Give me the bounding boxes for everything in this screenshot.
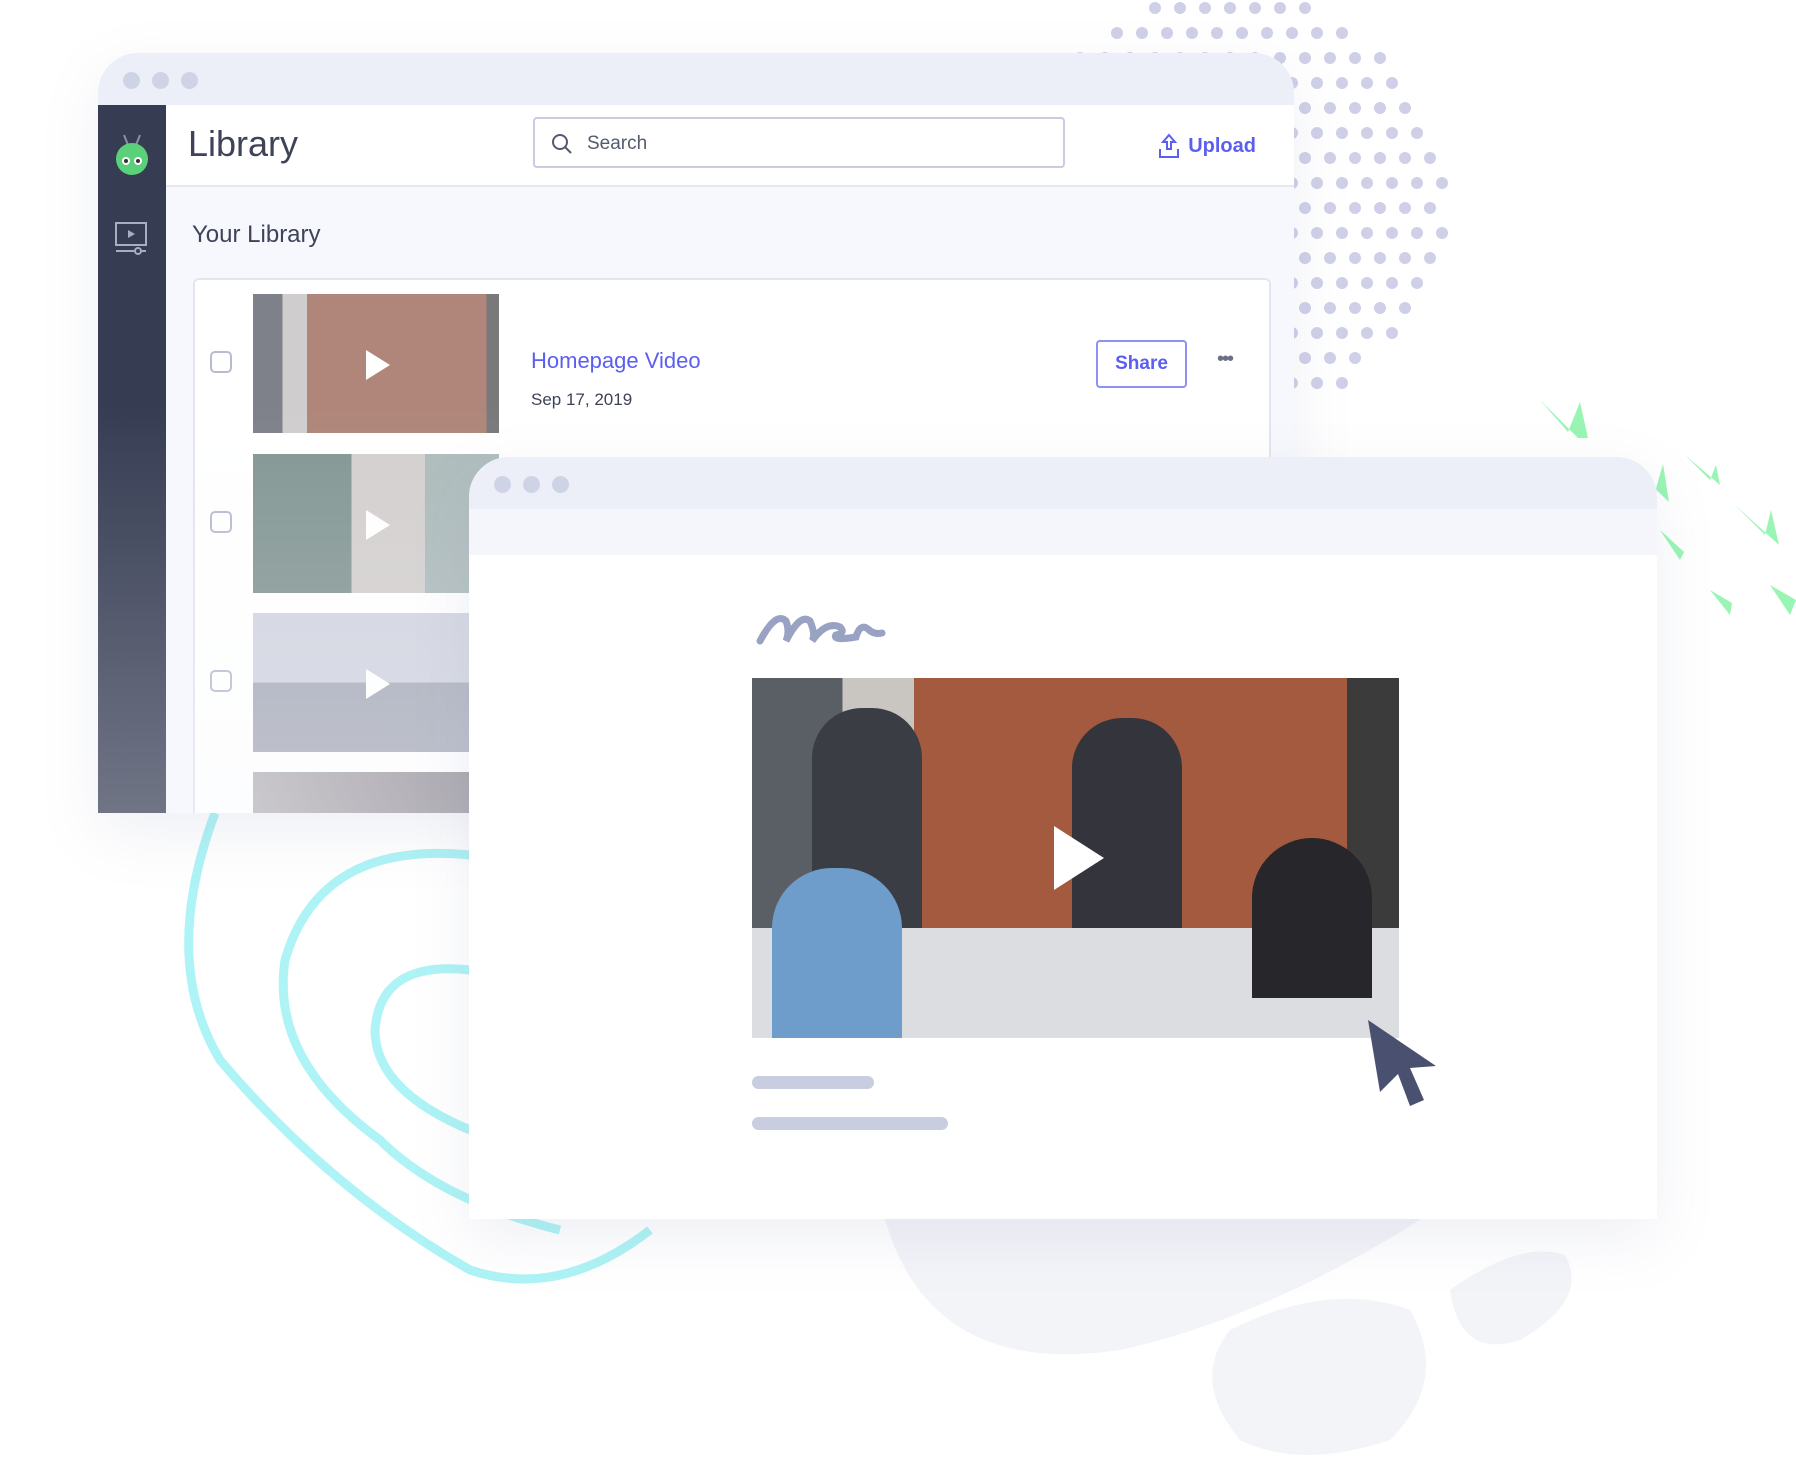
signature-scribble-icon <box>756 615 886 645</box>
upload-label: Upload <box>1188 134 1256 157</box>
window-title-bar <box>469 457 1657 509</box>
play-icon <box>366 349 390 380</box>
window-dot <box>494 476 511 493</box>
cursor-icon <box>1368 1020 1436 1106</box>
video-figure <box>1252 838 1372 998</box>
section-title: Your Library <box>192 221 321 248</box>
search-placeholder: Search <box>587 133 648 154</box>
window-dot <box>181 72 198 89</box>
toolbar-band <box>469 509 1657 555</box>
header: Library Search Upload <box>166 105 1294 187</box>
window-dot <box>123 72 140 89</box>
page-title: Library <box>188 123 299 164</box>
window-dot <box>152 72 169 89</box>
upload-button[interactable]: Upload <box>1158 133 1256 159</box>
window-title-bar <box>98 53 1294 105</box>
text-placeholder-bar <box>752 1117 948 1130</box>
video-library-icon[interactable] <box>114 221 148 255</box>
logo-icon[interactable] <box>112 133 152 177</box>
window-dot <box>552 476 569 493</box>
window-dot <box>523 476 540 493</box>
preview-window <box>469 457 1657 1219</box>
share-button[interactable]: Share <box>1096 340 1187 388</box>
more-options-icon[interactable]: ••• <box>1217 348 1234 371</box>
video-player[interactable] <box>752 678 1399 1038</box>
play-icon[interactable] <box>1053 826 1104 890</box>
video-figure <box>772 868 902 1038</box>
search-input[interactable]: Search <box>533 117 1065 168</box>
video-title[interactable]: Homepage Video <box>531 348 701 374</box>
row-checkbox[interactable] <box>210 351 232 373</box>
search-icon <box>552 134 572 154</box>
upload-icon <box>1159 133 1180 158</box>
text-placeholder-bar <box>752 1076 874 1089</box>
